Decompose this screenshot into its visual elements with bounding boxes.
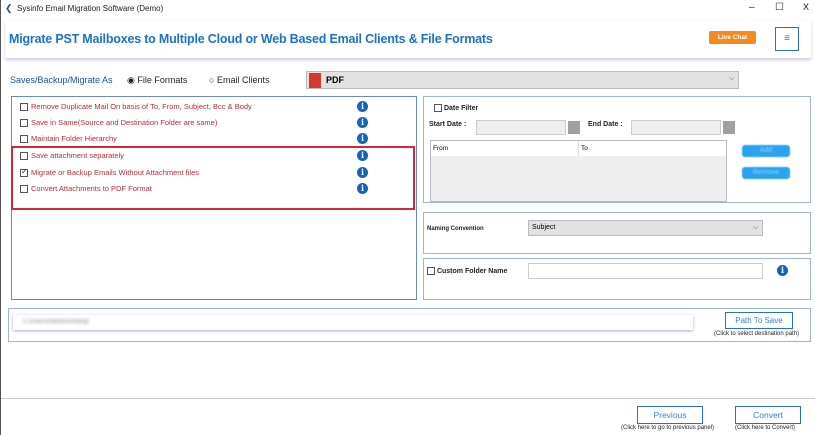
date-range-table: From To	[430, 140, 727, 202]
date-filter-label: Date Filter	[443, 104, 479, 112]
end-date-input[interactable]	[631, 120, 721, 135]
date-filter-checkbox[interactable]: Date Filter	[434, 104, 478, 112]
custom-folder-panel: Custom Folder Name i	[423, 258, 811, 300]
checkbox[interactable]	[20, 119, 28, 128]
date-filter-panel: Date Filter Start Date : End Date : From…	[423, 96, 811, 203]
option-label: Save in Same(Source and Destination Fold…	[31, 118, 218, 127]
pdf-icon	[309, 73, 321, 88]
naming-selected: Subject	[532, 224, 556, 231]
highlight-box	[11, 146, 415, 210]
previous-button[interactable]: Previous	[637, 406, 703, 424]
custom-folder-input[interactable]	[528, 263, 763, 279]
convert-hint: (Click here to Convert)	[735, 425, 796, 431]
info-icon[interactable]: i	[357, 133, 368, 144]
column-header-to: To	[578, 141, 590, 156]
custom-folder-checkbox[interactable]: Custom Folder Name	[427, 267, 507, 275]
app-logo-icon: ❮	[5, 3, 13, 13]
path-value: C:\Users\Admin\Desktop	[23, 319, 89, 325]
radio-label: File Formats	[137, 75, 188, 85]
format-selected: PDF	[326, 75, 344, 85]
path-input[interactable]: C:\Users\Admin\Desktop	[13, 315, 693, 330]
minimize-button[interactable]: –	[749, 2, 755, 13]
checkbox[interactable]	[20, 103, 28, 112]
previous-hint: (Click here to go to previous panel)	[621, 425, 715, 431]
add-button[interactable]: Add	[742, 145, 790, 157]
start-date-label: Start Date :	[429, 121, 467, 128]
radio-file-formats[interactable]: ◉ File Formats	[127, 75, 187, 86]
naming-convention-select[interactable]: Subject ⌵	[528, 220, 763, 236]
radio-email-clients[interactable]: ○ Email Clients	[209, 75, 269, 85]
naming-panel: Naming Convention Subject ⌵	[423, 212, 811, 254]
path-panel: C:\Users\Admin\Desktop Path To Save (Cli…	[8, 308, 811, 342]
path-to-save-button[interactable]: Path To Save	[725, 312, 793, 329]
start-date-picker-button[interactable]	[568, 121, 580, 134]
radio-unselected-icon: ○	[209, 75, 215, 85]
format-select[interactable]: PDF ⌵	[306, 71, 739, 89]
checkbox[interactable]	[20, 135, 28, 144]
save-as-label: Saves/Backup/Migrate As	[10, 75, 113, 85]
title-bar: ❮ Sysinfo Email Migration Software (Demo…	[1, 0, 815, 18]
chevron-down-icon: ⌵	[729, 75, 735, 82]
column-header-from: From	[433, 145, 449, 152]
radio-label: Email Clients	[216, 75, 270, 85]
end-date-picker-button[interactable]	[723, 121, 735, 134]
live-chat-button[interactable]: Live Chat	[709, 31, 756, 44]
option-checkbox[interactable]: Maintain Folder Hierarchy	[20, 134, 117, 144]
info-icon[interactable]: i	[777, 265, 788, 276]
menu-button[interactable]: ≡	[775, 27, 799, 51]
info-icon[interactable]: i	[357, 101, 368, 112]
naming-convention-label: Naming Convention	[427, 226, 484, 232]
start-date-input[interactable]	[476, 120, 566, 135]
option-checkbox[interactable]: Remove Duplicate Mail On basis of To, Fr…	[20, 102, 252, 112]
info-icon[interactable]: i	[357, 117, 368, 128]
custom-folder-label: Custom Folder Name	[436, 267, 508, 275]
radio-selected-icon: ◉	[127, 75, 135, 85]
path-hint: (Click to select destination path)	[714, 331, 800, 337]
header-banner: Migrate PST Mailboxes to Multiple Cloud …	[5, 20, 811, 58]
end-date-label: End Date :	[588, 121, 623, 128]
option-label: Maintain Folder Hierarchy	[31, 134, 117, 143]
convert-button[interactable]: Convert	[735, 406, 801, 424]
close-button[interactable]: X	[803, 2, 809, 12]
maximize-button[interactable]: ☐	[775, 2, 784, 13]
page-title: Migrate PST Mailboxes to Multiple Cloud …	[9, 32, 493, 46]
chevron-down-icon: ⌵	[753, 224, 759, 231]
option-label: Remove Duplicate Mail On basis of To, Fr…	[31, 102, 252, 111]
footer-divider	[1, 398, 815, 399]
window-title: Sysinfo Email Migration Software (Demo)	[17, 4, 164, 13]
remove-button[interactable]: Remove	[742, 167, 790, 179]
option-checkbox[interactable]: Save in Same(Source and Destination Fold…	[20, 118, 218, 128]
hamburger-icon: ≡	[784, 33, 790, 44]
